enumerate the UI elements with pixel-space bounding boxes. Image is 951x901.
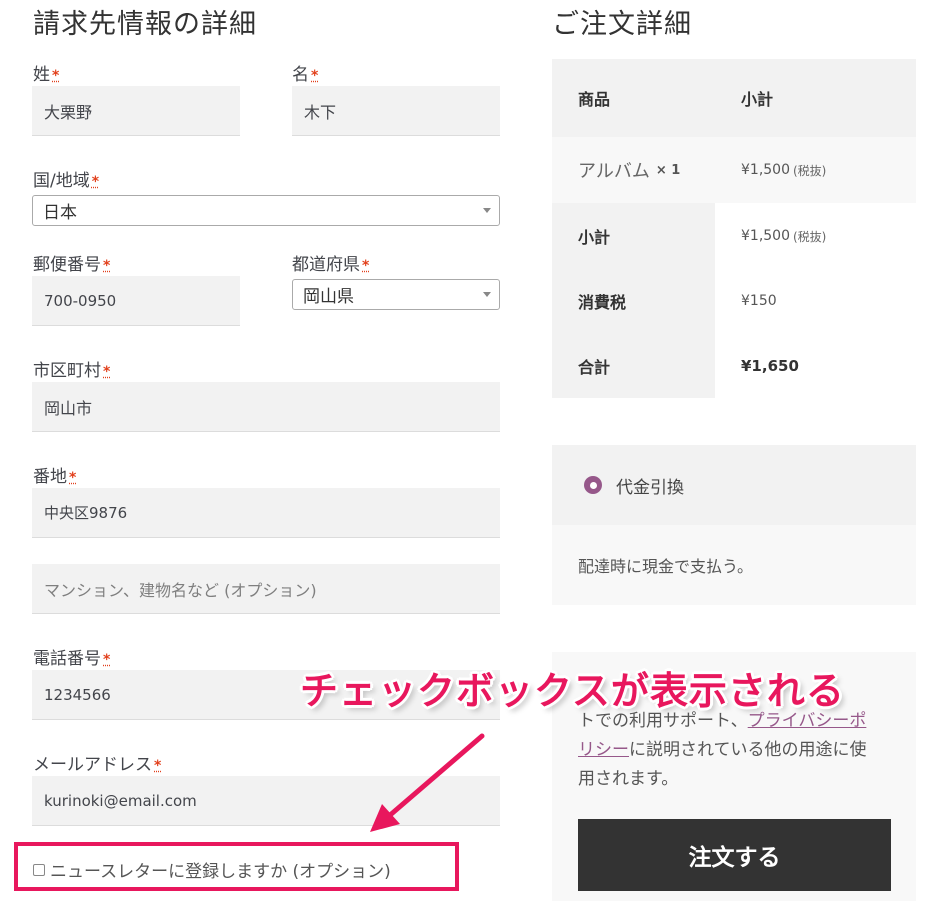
newsletter-label: ニュースレターに登録しますか (オプション) (50, 862, 391, 882)
postcode-input[interactable]: 700-0950 (32, 276, 240, 326)
address1-input[interactable]: 中央区9876 (32, 488, 500, 538)
country-select[interactable]: 日本 (32, 195, 500, 226)
item-price: ¥1,500 (税抜) (741, 162, 827, 178)
phone-label: 電話番号 * (33, 649, 111, 669)
last-name-label: 姓 * (33, 65, 60, 85)
place-order-button[interactable]: 注文する (578, 819, 891, 891)
item-name: アルバム × 1 (578, 161, 681, 182)
country-value: 日本 (43, 203, 77, 223)
col-subtotal-header: 小計 (741, 90, 774, 109)
billing-heading: 請求先情報の詳細 (33, 9, 257, 40)
city-label: 市区町村 * (33, 361, 111, 381)
email-label: メールアドレス * (33, 755, 162, 775)
newsletter-row[interactable]: ニュースレターに登録しますか (オプション) (33, 857, 391, 882)
payment-method-label: 代金引換 (616, 477, 684, 498)
city-input[interactable]: 岡山市 (32, 382, 500, 432)
total-value: ¥1,650 (741, 356, 799, 375)
state-select[interactable]: 岡山県 (292, 279, 500, 310)
postcode-label: 郵便番号 * (33, 255, 111, 275)
state-label: 都道府県 * (292, 255, 370, 275)
payment-method-row[interactable] (552, 445, 916, 525)
col-product-header: 商品 (578, 90, 611, 109)
order-heading: ご注文詳細 (552, 9, 692, 40)
annotation-callout: チェックボックスが表示される (300, 669, 845, 713)
payment-description: 配達時に現金で支払う。 (578, 557, 754, 576)
chevron-down-icon (483, 208, 491, 213)
last-name-input[interactable]: 大栗野 (32, 86, 240, 136)
annotation-arrow-icon (370, 733, 485, 832)
first-name-input[interactable]: 木下 (292, 86, 500, 136)
tax-value: ¥150 (741, 293, 777, 309)
newsletter-checkbox[interactable] (33, 863, 45, 876)
chevron-down-icon (483, 292, 491, 297)
order-totals-label-column (552, 203, 715, 398)
subtotal-label: 小計 (578, 228, 611, 247)
payment-radio[interactable] (584, 476, 602, 494)
country-label: 国/地域 * (33, 171, 100, 191)
total-label: 合計 (578, 357, 611, 377)
tax-label: 消費税 (578, 293, 627, 312)
state-value: 岡山県 (303, 287, 354, 307)
subtotal-value: ¥1,500 (税抜) (741, 228, 827, 244)
address1-label: 番地 * (33, 467, 77, 487)
address2-input[interactable]: マンション、建物名など (オプション) (32, 564, 500, 614)
privacy-text: トでの利用サポート、プライバシーポ リシーに説明されている他の用途に使 用されま… (578, 711, 867, 789)
first-name-label: 名 * (292, 65, 319, 85)
privacy-policy-link-cont[interactable]: リシー (578, 740, 629, 760)
